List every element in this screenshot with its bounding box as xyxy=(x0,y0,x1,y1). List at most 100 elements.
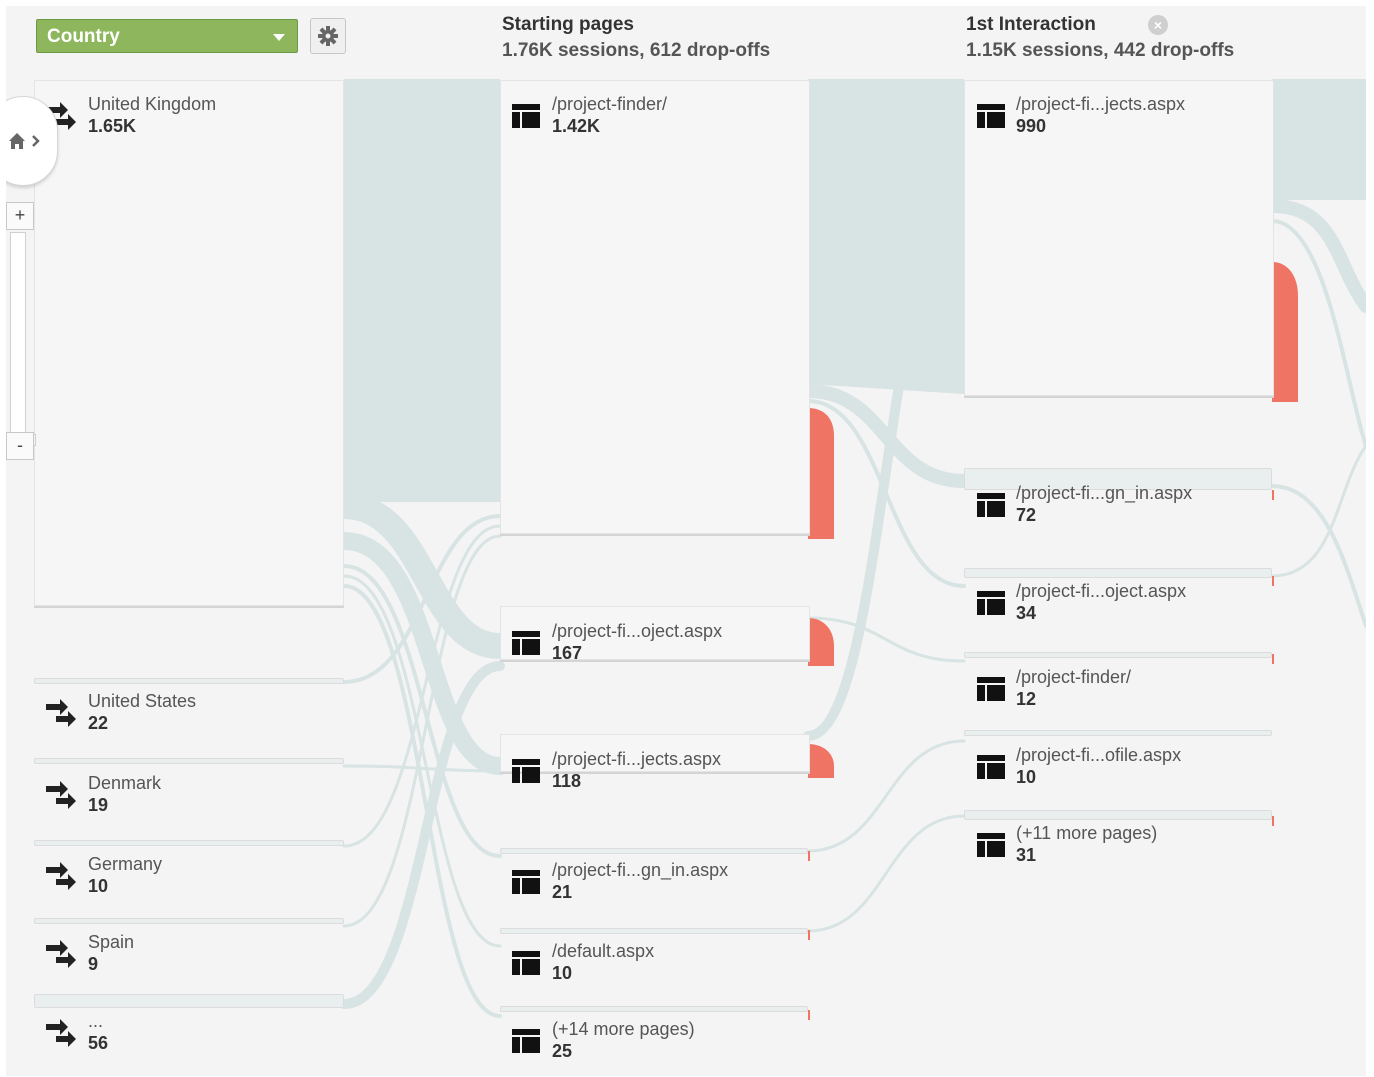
gear-icon xyxy=(318,26,338,46)
node-country-uk[interactable] xyxy=(34,80,344,606)
country-value: 56 xyxy=(88,1033,109,1053)
page-name: /project-finder/ xyxy=(552,94,668,114)
node-first-oject[interactable] xyxy=(964,568,1272,578)
country-value: 19 xyxy=(88,795,109,815)
node-start-gn-in[interactable] xyxy=(500,848,808,854)
home-icon xyxy=(9,133,40,149)
node-first-project-finder[interactable] xyxy=(964,652,1272,658)
dimension-dropdown[interactable]: Country xyxy=(36,19,298,53)
page-value: 25 xyxy=(552,1041,573,1061)
country-arrows-icon xyxy=(46,862,76,890)
country-arrows-icon xyxy=(46,781,76,809)
page-icon xyxy=(977,104,1005,128)
page-icon xyxy=(512,104,540,128)
country-value: 22 xyxy=(88,713,109,733)
page-label: /project-fi...oject.aspx 34 xyxy=(1016,580,1186,624)
page-value: 118 xyxy=(552,771,582,791)
page-icon xyxy=(977,591,1005,615)
node-start-default[interactable] xyxy=(500,928,808,934)
page-icon xyxy=(977,493,1005,517)
page-value: 21 xyxy=(552,882,573,902)
home-nav-button[interactable] xyxy=(6,96,58,186)
page-name: /default.aspx xyxy=(552,941,655,961)
flow-jects-exit xyxy=(1272,79,1366,200)
page-name: /project-fi...gn_in.aspx xyxy=(552,860,729,880)
country-value: 9 xyxy=(88,954,99,974)
chevron-down-icon xyxy=(273,34,285,41)
flow-project-finder-to-jects xyxy=(808,79,964,394)
column-title: Starting pages xyxy=(502,14,634,35)
country-name: Spain xyxy=(88,932,135,952)
zoom-control: + - xyxy=(6,202,36,462)
node-country-spain[interactable] xyxy=(34,918,344,924)
country-label: Germany 10 xyxy=(88,853,162,897)
page-label: /project-fi...jects.aspx 990 xyxy=(1016,93,1185,137)
node-start-more[interactable] xyxy=(500,1006,808,1012)
page-icon xyxy=(512,631,540,655)
page-name: /project-finder/ xyxy=(1016,667,1132,687)
page-label: (+14 more pages) 25 xyxy=(552,1018,695,1062)
column-subtitle: 1.15K sessions, 442 drop-offs xyxy=(966,40,1235,61)
page-value: 34 xyxy=(1016,603,1037,623)
column-subtitle: 1.76K sessions, 612 drop-offs xyxy=(502,40,771,61)
country-arrows-icon xyxy=(46,1019,76,1047)
zoom-in-button[interactable]: + xyxy=(6,202,34,230)
page-label: (+11 more pages) 31 xyxy=(1016,822,1157,866)
country-name: ... xyxy=(88,1011,104,1031)
column-header-starting-pages: Starting pages 1.76K sessions, 612 drop-… xyxy=(502,12,770,64)
page-value: 31 xyxy=(1016,845,1037,865)
page-label: /project-finder/ 1.42K xyxy=(552,93,667,137)
country-label: ... 56 xyxy=(88,1010,108,1054)
flow-canvas[interactable]: Country Starting pages 1.76K sessions, 6… xyxy=(6,6,1366,1076)
close-column-icon[interactable]: × xyxy=(1148,15,1168,35)
page-value: 1.42K xyxy=(552,116,601,136)
zoom-slider-track[interactable] xyxy=(10,232,26,434)
page-icon xyxy=(512,1029,540,1053)
page-name: /project-fi...gn_in.aspx xyxy=(1016,483,1193,503)
page-icon xyxy=(512,951,540,975)
node-first-ofile[interactable] xyxy=(964,730,1272,736)
page-label: /project-finder/ 12 xyxy=(1016,666,1131,710)
column-header-1st-interaction: 1st Interaction 1.15K sessions, 442 drop… xyxy=(966,12,1234,64)
page-name: /project-fi...ofile.aspx xyxy=(1016,745,1182,765)
page-name: (+14 more pages) xyxy=(552,1019,695,1039)
dropoff-1st-jects xyxy=(1272,262,1298,402)
page-label: /default.aspx 10 xyxy=(552,940,654,984)
page-icon xyxy=(977,755,1005,779)
country-label: Denmark 19 xyxy=(88,772,161,816)
settings-button[interactable] xyxy=(310,18,346,54)
page-label: /project-fi...jects.aspx 118 xyxy=(552,748,721,792)
node-country-other[interactable] xyxy=(34,994,344,1008)
node-first-more[interactable] xyxy=(964,810,1272,820)
country-arrows-icon xyxy=(46,940,76,968)
page-label: /project-fi...gn_in.aspx 72 xyxy=(1016,482,1192,526)
page-icon xyxy=(977,677,1005,701)
page-label: /project-fi...oject.aspx 167 xyxy=(552,620,722,664)
dropoff-project-finder xyxy=(808,408,834,539)
page-value: 10 xyxy=(552,963,573,983)
column-title: 1st Interaction xyxy=(966,14,1096,35)
page-value: 10 xyxy=(1016,767,1037,787)
page-label: /project-fi...ofile.aspx 10 xyxy=(1016,744,1181,788)
country-name: Denmark xyxy=(88,773,162,793)
flow-uk-to-project-finder xyxy=(344,79,500,502)
dropoff-oject xyxy=(808,618,834,666)
country-label: United States 22 xyxy=(88,690,196,734)
node-country-germany[interactable] xyxy=(34,840,344,846)
country-arrows-icon xyxy=(46,699,76,727)
node-country-denmark[interactable] xyxy=(34,758,344,764)
page-name: (+11 more pages) xyxy=(1016,823,1158,843)
page-icon xyxy=(977,833,1005,857)
country-value: 1.65K xyxy=(88,116,137,136)
zoom-out-button[interactable]: - xyxy=(6,432,34,460)
page-label: /project-fi...gn_in.aspx 21 xyxy=(552,859,728,903)
page-name: /project-fi...jects.aspx xyxy=(1016,94,1186,114)
page-value: 990 xyxy=(1016,116,1047,136)
country-name: United Kingdom xyxy=(88,94,217,114)
country-name: Germany xyxy=(88,854,163,874)
page-value: 167 xyxy=(552,643,583,663)
node-start-project-finder[interactable] xyxy=(500,80,810,534)
node-country-us[interactable] xyxy=(34,678,344,684)
page-icon xyxy=(512,870,540,894)
page-value: 12 xyxy=(1016,689,1037,709)
